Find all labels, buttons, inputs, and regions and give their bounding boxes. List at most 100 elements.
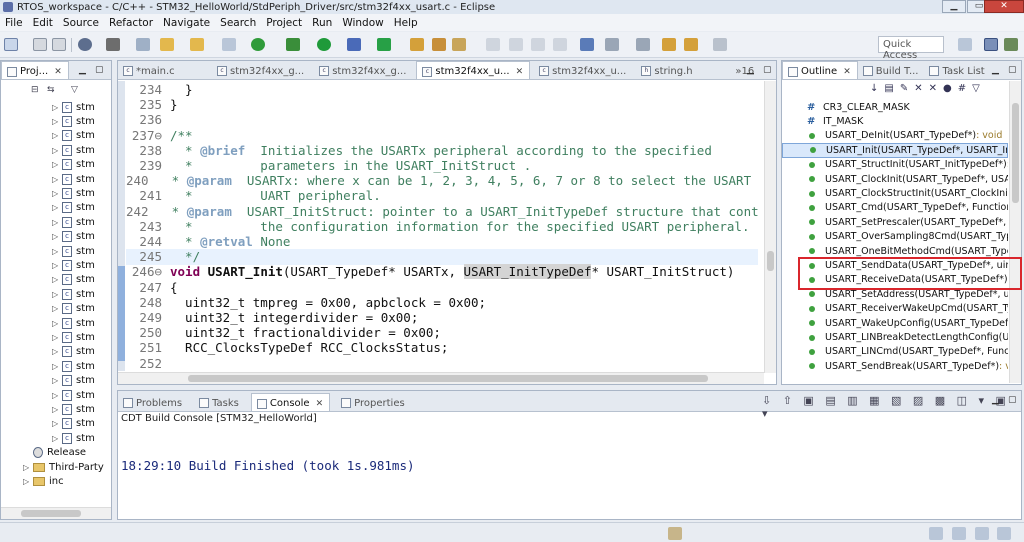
view-menu-icon[interactable]: ▽ (71, 85, 78, 95)
close-icon[interactable]: ✕ (54, 67, 62, 77)
tree-item[interactable]: ▷ c stm (52, 374, 95, 388)
expand-arrow-icon[interactable]: ▷ (52, 160, 62, 169)
pen-icon[interactable] (486, 38, 500, 51)
tree-item[interactable]: ▷ c stm (52, 258, 95, 272)
console-toolbar[interactable]: ⇩ ⇧ ▣ ▤ ▥ ▦ ▧ ▨ ▩ ◫ ▾ ▣ ▾ (762, 394, 1021, 420)
outline-tab[interactable]: Task List (924, 61, 990, 79)
notifications-icon[interactable] (952, 527, 966, 540)
editor-tab[interactable]: c stm32f4xx_u... (534, 61, 632, 79)
expand-arrow-icon[interactable]: ▷ (52, 117, 62, 126)
save-all-icon[interactable] (52, 38, 66, 51)
editor-tab[interactable]: c stm32f4xx_g... (212, 61, 310, 79)
sort-icon[interactable]: ↓ (870, 83, 884, 94)
expand-arrow-icon[interactable]: ▷ (52, 175, 62, 184)
editor-tab[interactable]: »16 (730, 61, 760, 79)
new-folder-icon[interactable] (190, 38, 204, 51)
menu-item-navigate[interactable]: Navigate (158, 17, 215, 29)
expand-arrow-icon[interactable]: ▷ (52, 304, 62, 313)
tree-item[interactable]: ▷ c stm (52, 215, 95, 229)
maximize-view-icon[interactable]: ▢ (95, 65, 104, 75)
tree-item[interactable]: ▷ c stm (52, 431, 95, 445)
outline-toolbar[interactable]: ↓▤✎✕✕●#▽ (870, 83, 986, 94)
vertical-scrollbar[interactable] (1009, 81, 1021, 383)
vertical-scrollbar[interactable] (764, 81, 776, 373)
close-icon[interactable]: ✕ (516, 67, 524, 77)
expand-arrow-icon[interactable]: ▷ (52, 275, 62, 284)
hide-fields-icon[interactable]: ▤ (884, 83, 899, 94)
prev-annotation-icon[interactable] (636, 38, 650, 51)
tree-item[interactable]: ▷ Third-Party (23, 460, 104, 474)
tree-item[interactable]: ▷ c stm (52, 345, 95, 359)
menu-item-edit[interactable]: Edit (28, 17, 58, 29)
tree-item[interactable]: ▷ inc (23, 474, 64, 488)
outline-item[interactable]: USART_ClockStructInit(USART_ClockInitTyp (782, 186, 1008, 200)
tree-item[interactable]: ▷ c stm (52, 402, 95, 416)
expand-arrow-icon[interactable]: ▷ (52, 347, 62, 356)
expand-arrow-icon[interactable]: ▷ (52, 189, 62, 198)
minimize-view-icon[interactable]: ▁ (992, 395, 999, 405)
minimize-view-icon[interactable]: ▁ (747, 65, 754, 75)
close-icon[interactable]: ✕ (316, 399, 324, 409)
status-icon[interactable] (668, 527, 682, 540)
expand-arrow-icon[interactable]: ▷ (52, 319, 62, 328)
minimize-view-icon[interactable]: ▁ (992, 65, 999, 75)
new-icon[interactable] (4, 38, 18, 51)
back-icon[interactable] (684, 38, 698, 51)
outline-item[interactable]: USART_OverSampling8Cmd(USART_TypeD (782, 230, 1008, 244)
new-source-icon[interactable] (222, 38, 236, 51)
expand-arrow-icon[interactable]: ▷ (52, 362, 62, 371)
outline-item[interactable]: USART_DeInit(USART_TypeDef*) : void (782, 129, 1008, 143)
debug-perspective-icon[interactable] (1004, 38, 1018, 51)
menu-item-file[interactable]: File (0, 17, 28, 29)
refresh-icon[interactable] (251, 38, 265, 51)
close-icon[interactable]: ✕ (843, 67, 851, 77)
outline-item[interactable]: USART_SendBreak(USART_TypeDef*) : void (782, 359, 1008, 373)
last-edit-icon[interactable] (662, 38, 676, 51)
menu-item-refactor[interactable]: Refactor (104, 17, 158, 29)
c-cpp-perspective-icon[interactable] (984, 38, 998, 51)
minimize-view-icon[interactable]: ▁ (79, 65, 86, 75)
tree-item[interactable]: ▷ c stm (52, 417, 95, 431)
tree-item[interactable]: ▷ c stm (52, 158, 95, 172)
open-element-icon[interactable] (432, 38, 446, 51)
outline-item[interactable]: USART_LINCmd(USART_TypeDef*, Functio (782, 345, 1008, 359)
search-icon[interactable] (452, 38, 466, 51)
trim-icon[interactable] (997, 527, 1011, 540)
tree-item[interactable]: ▷ c stm (52, 129, 95, 143)
tree-item[interactable]: ▷ c stm (52, 359, 95, 373)
mark-occurrences-icon[interactable] (509, 38, 523, 51)
open-perspective-icon[interactable] (958, 38, 972, 51)
tree-item[interactable]: ▷ c stm (52, 114, 95, 128)
external-tools-icon[interactable] (347, 38, 361, 51)
tree-item[interactable]: ▷ c stm (52, 172, 95, 186)
expand-arrow-icon[interactable]: ▷ (52, 333, 62, 342)
outline-item[interactable]: # IT_MASK (782, 114, 1008, 128)
expand-arrow-icon[interactable]: ▷ (23, 477, 33, 486)
tree-item[interactable]: ▷ c stm (52, 143, 95, 157)
build-hammer-icon[interactable] (106, 38, 120, 51)
tree-item[interactable]: ▷ c stm (52, 201, 95, 215)
expand-arrow-icon[interactable]: ▷ (52, 203, 62, 212)
editor-tab[interactable]: c stm32f4xx_g... (314, 61, 412, 79)
tab-project-explorer[interactable]: Proj... ✕ (1, 61, 69, 79)
tree-item[interactable]: ▷ c stm (52, 302, 95, 316)
next-annotation-icon[interactable] (605, 38, 619, 51)
maximize-view-icon[interactable]: ▢ (1008, 395, 1017, 405)
menu-item-search[interactable]: Search (215, 17, 261, 29)
outline-item[interactable]: # CR3_CLEAR_MASK (782, 100, 1008, 114)
code-area[interactable]: 234 } 235} 236 237⊖/** 238 * @brief Initiali… (126, 82, 758, 372)
expand-arrow-icon[interactable]: ▷ (23, 463, 33, 472)
view-menu-icon[interactable]: ▽ (972, 83, 986, 94)
run-icon[interactable] (317, 38, 331, 51)
hide-nonpublic-icon[interactable]: ✕ (914, 83, 928, 94)
outline-item[interactable]: USART_SetAddress(USART_TypeDef*, uint8 (782, 287, 1008, 301)
heap-icon[interactable] (975, 527, 989, 540)
hide-static-icon[interactable]: ✎ (900, 83, 914, 94)
menu-item-source[interactable]: Source (58, 17, 104, 29)
quick-access-field[interactable]: Quick Access (878, 36, 944, 61)
expand-arrow-icon[interactable]: ▷ (52, 247, 62, 256)
menu-item-help[interactable]: Help (389, 17, 423, 29)
tab-console[interactable]: Console ✕ (250, 393, 331, 411)
tab-tasks[interactable]: Tasks (194, 393, 245, 411)
outline-item[interactable]: USART_Cmd(USART_TypeDef*, Functional (782, 201, 1008, 215)
